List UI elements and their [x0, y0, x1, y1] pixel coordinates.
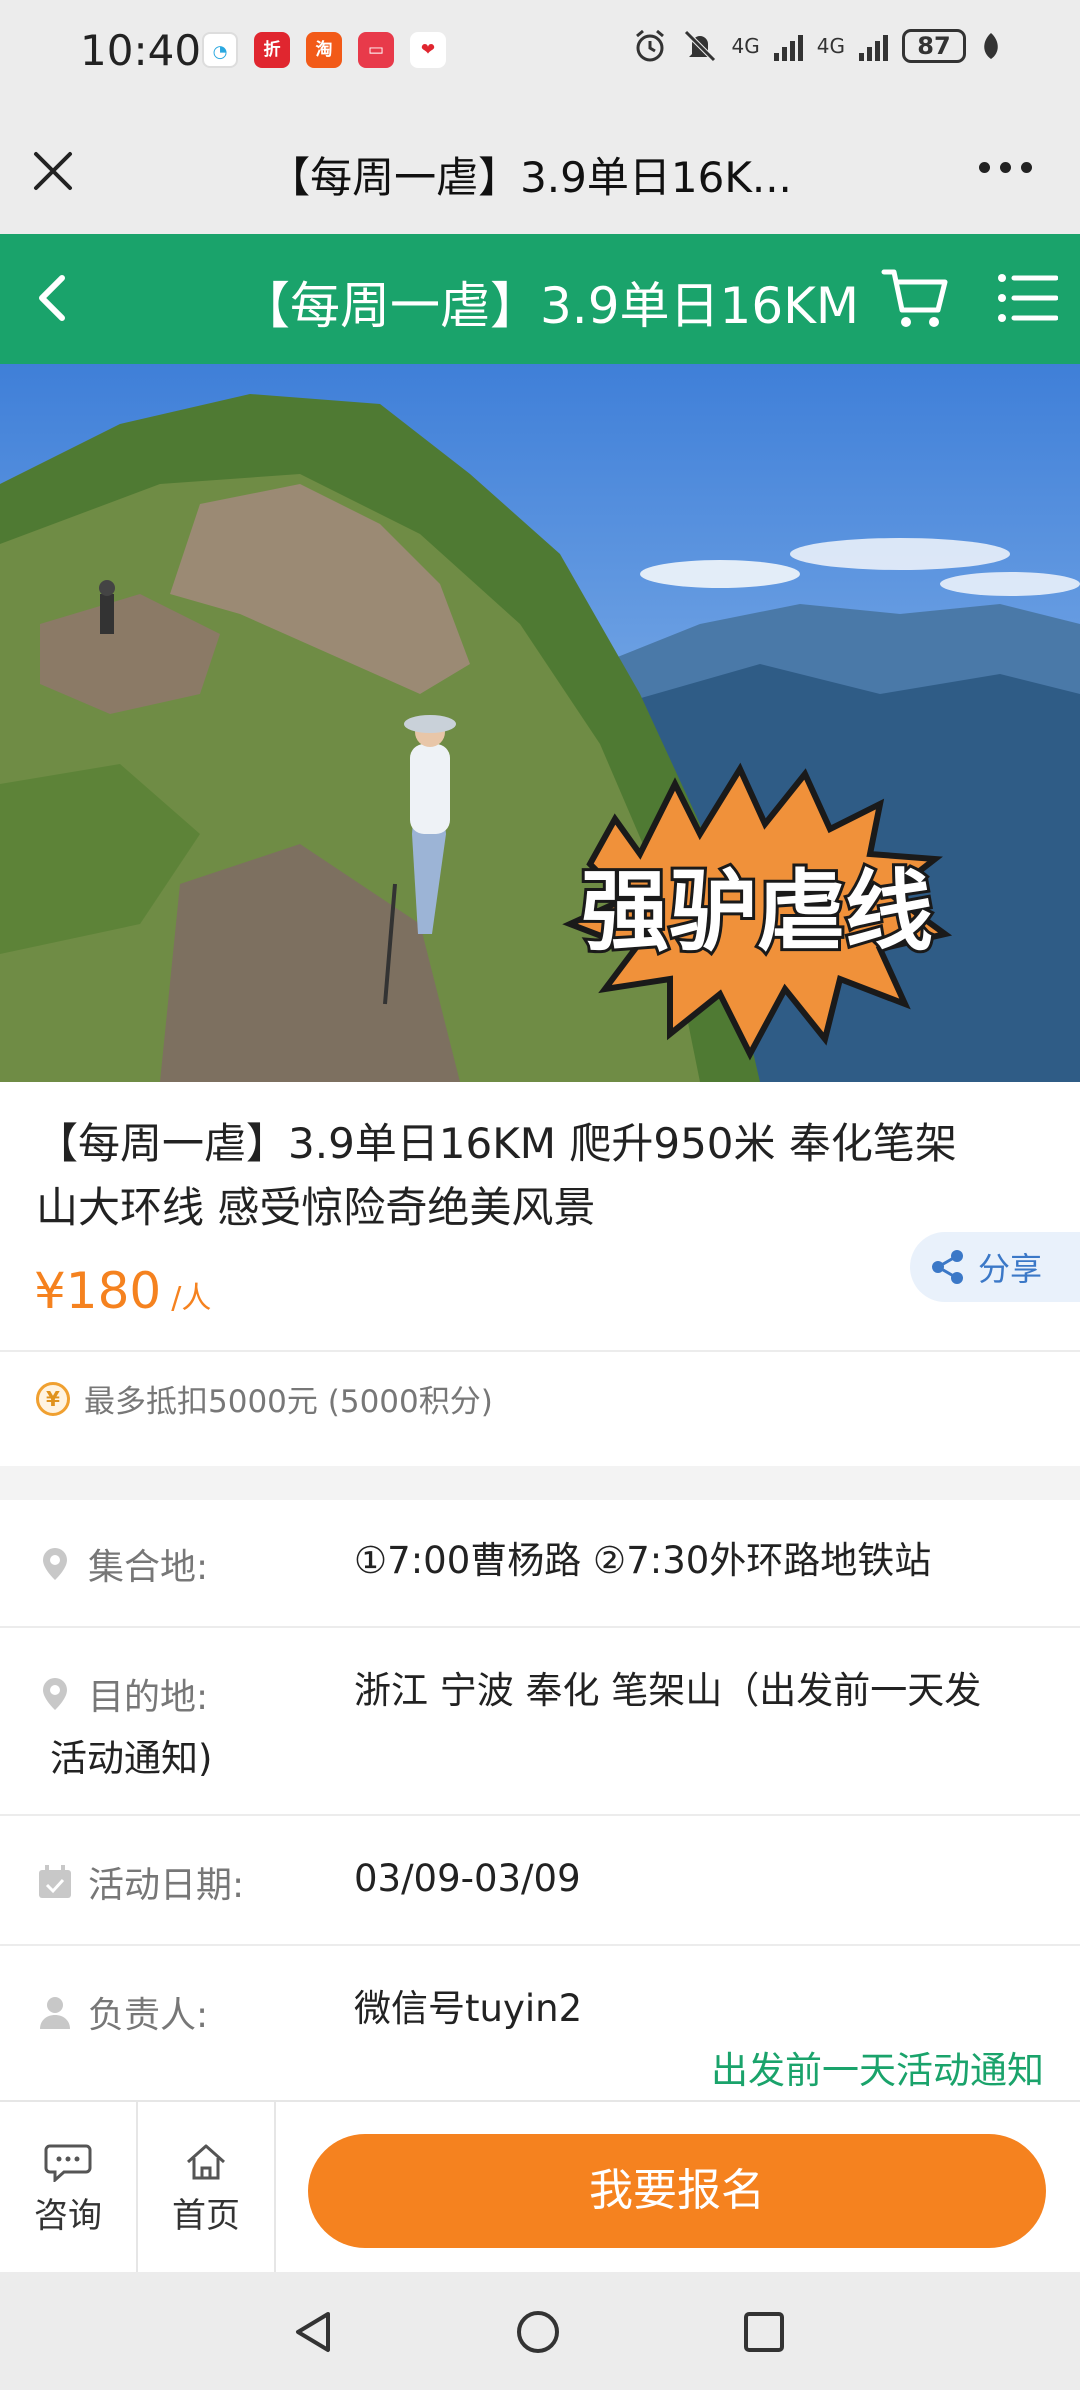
calendar-icon	[39, 1865, 71, 1898]
share-label: 分享	[978, 1250, 1043, 1288]
date-value: 03/09-03/09	[354, 1857, 581, 1900]
page-title: 【每周一虐】3.9单日16KM	[240, 277, 860, 335]
assembly-value: ①7:00曹杨路 ②7:30外环路地铁站	[354, 1539, 932, 1582]
price-amount: ¥180	[34, 1262, 162, 1320]
share-button[interactable]: 分享	[910, 1232, 1080, 1302]
battery-indicator: 87	[902, 29, 966, 63]
share-icon	[932, 1250, 963, 1284]
destination-value-continued: 活动通知)	[50, 1737, 213, 1780]
destination-value: 浙江 宁波 奉化 笔架山（出发前一天发	[354, 1669, 982, 1712]
status-indicators: 4G 4G 87	[632, 28, 1002, 64]
location-pin-icon	[43, 1548, 67, 1580]
points-text: 最多抵扣5000元 (5000积分)	[84, 1384, 493, 1420]
cart-icon[interactable]	[880, 266, 952, 330]
mute-icon	[683, 30, 716, 62]
leader-label: 负责人:	[36, 1986, 208, 2038]
chat-bubble-icon	[44, 2144, 92, 2182]
status-bar: 10:40 ◔ 折 淘 ▭ ❤ 4G 4G 87	[0, 0, 1080, 106]
person-icon	[40, 1997, 70, 2029]
info-row-destination: 目的地: 浙江 宁波 奉化 笔架山（出发前一天发 活动通知)	[0, 1628, 1080, 1814]
product-title: 【每周一虐】3.9单日16KM 爬升950米 奉化笔架 山大环线 感受惊险奇绝美…	[36, 1112, 1046, 1240]
signup-button[interactable]: 我要报名	[308, 2134, 1046, 2248]
heart-app-notification-icon: ❤	[410, 32, 446, 68]
info-row-assembly: 集合地: ①7:00曹杨路 ②7:30外环路地铁站	[0, 1500, 1080, 1626]
network-type-2: 4G	[816, 34, 845, 58]
leaf-icon	[984, 33, 998, 59]
coin-icon: ¥	[36, 1381, 70, 1416]
price-unit: /人	[171, 1281, 212, 1316]
network-type-1: 4G	[731, 34, 760, 58]
consult-label: 咨询	[34, 2196, 102, 2236]
home-button[interactable]: 首页	[138, 2102, 274, 2274]
divider	[0, 1350, 1080, 1352]
section-separator	[0, 1466, 1080, 1500]
location-pin-icon	[43, 1678, 67, 1710]
signal-icon-2	[859, 31, 888, 61]
page-header: 【每周一虐】3.9单日16KM	[0, 234, 1080, 364]
consult-button[interactable]: 咨询	[0, 2102, 136, 2274]
date-label: 活动日期:	[36, 1856, 244, 1908]
back-arrow-icon[interactable]	[26, 270, 82, 326]
mountain-photo: 强驴虐线	[0, 364, 1080, 1082]
home-label: 首页	[172, 2196, 240, 2236]
status-time: 10:40	[80, 26, 202, 75]
product-title-line-1: 【每周一虐】3.9单日16KM 爬升950米 奉化笔架	[36, 1119, 957, 1168]
nav-back-icon[interactable]	[290, 2308, 338, 2356]
nav-home-icon[interactable]	[514, 2308, 562, 2356]
info-row-date: 活动日期: 03/09-03/09	[0, 1816, 1080, 1944]
leader-value: 微信号tuyin2	[354, 1987, 583, 2030]
more-options-icon[interactable]	[979, 162, 1032, 173]
hero-image: 强驴虐线	[0, 364, 1080, 1082]
close-icon[interactable]	[28, 146, 78, 196]
page: 10:40 ◔ 折 淘 ▭ ❤ 4G 4G 87 【每周一虐】3.9单日16K.…	[0, 0, 1080, 2390]
app-notification-icon: 折	[254, 32, 290, 68]
webview-title: 【每周一虐】3.9单日16K...	[268, 153, 792, 202]
huawei-notification-icon: ▭	[358, 32, 394, 68]
home-icon	[187, 2144, 225, 2180]
departure-notice: 出发前一天活动通知	[711, 2049, 1044, 2092]
points-deduction: ¥ 最多抵扣5000元 (5000积分)	[36, 1376, 493, 1421]
bottom-action-bar: 咨询 首页 我要报名	[0, 2100, 1080, 2274]
chat-notification-icon: ◔	[202, 32, 238, 68]
taobao-notification-icon: 淘	[306, 32, 342, 68]
alarm-icon	[635, 29, 664, 62]
product-title-line-2: 山大环线 感受惊险奇绝美风景	[36, 1183, 596, 1232]
system-nav-bar	[0, 2272, 1080, 2390]
webview-title-bar: 【每周一虐】3.9单日16K...	[0, 106, 1080, 234]
price: ¥180/人	[34, 1262, 211, 1320]
nav-recents-icon[interactable]	[740, 2308, 788, 2356]
menu-icon[interactable]	[996, 270, 1058, 326]
hero-badge-text: 强驴虐线	[581, 860, 933, 963]
separator	[274, 2102, 276, 2274]
destination-label: 目的地:	[36, 1668, 208, 1720]
assembly-label: 集合地:	[36, 1538, 208, 1590]
signal-icon-1	[773, 31, 803, 61]
